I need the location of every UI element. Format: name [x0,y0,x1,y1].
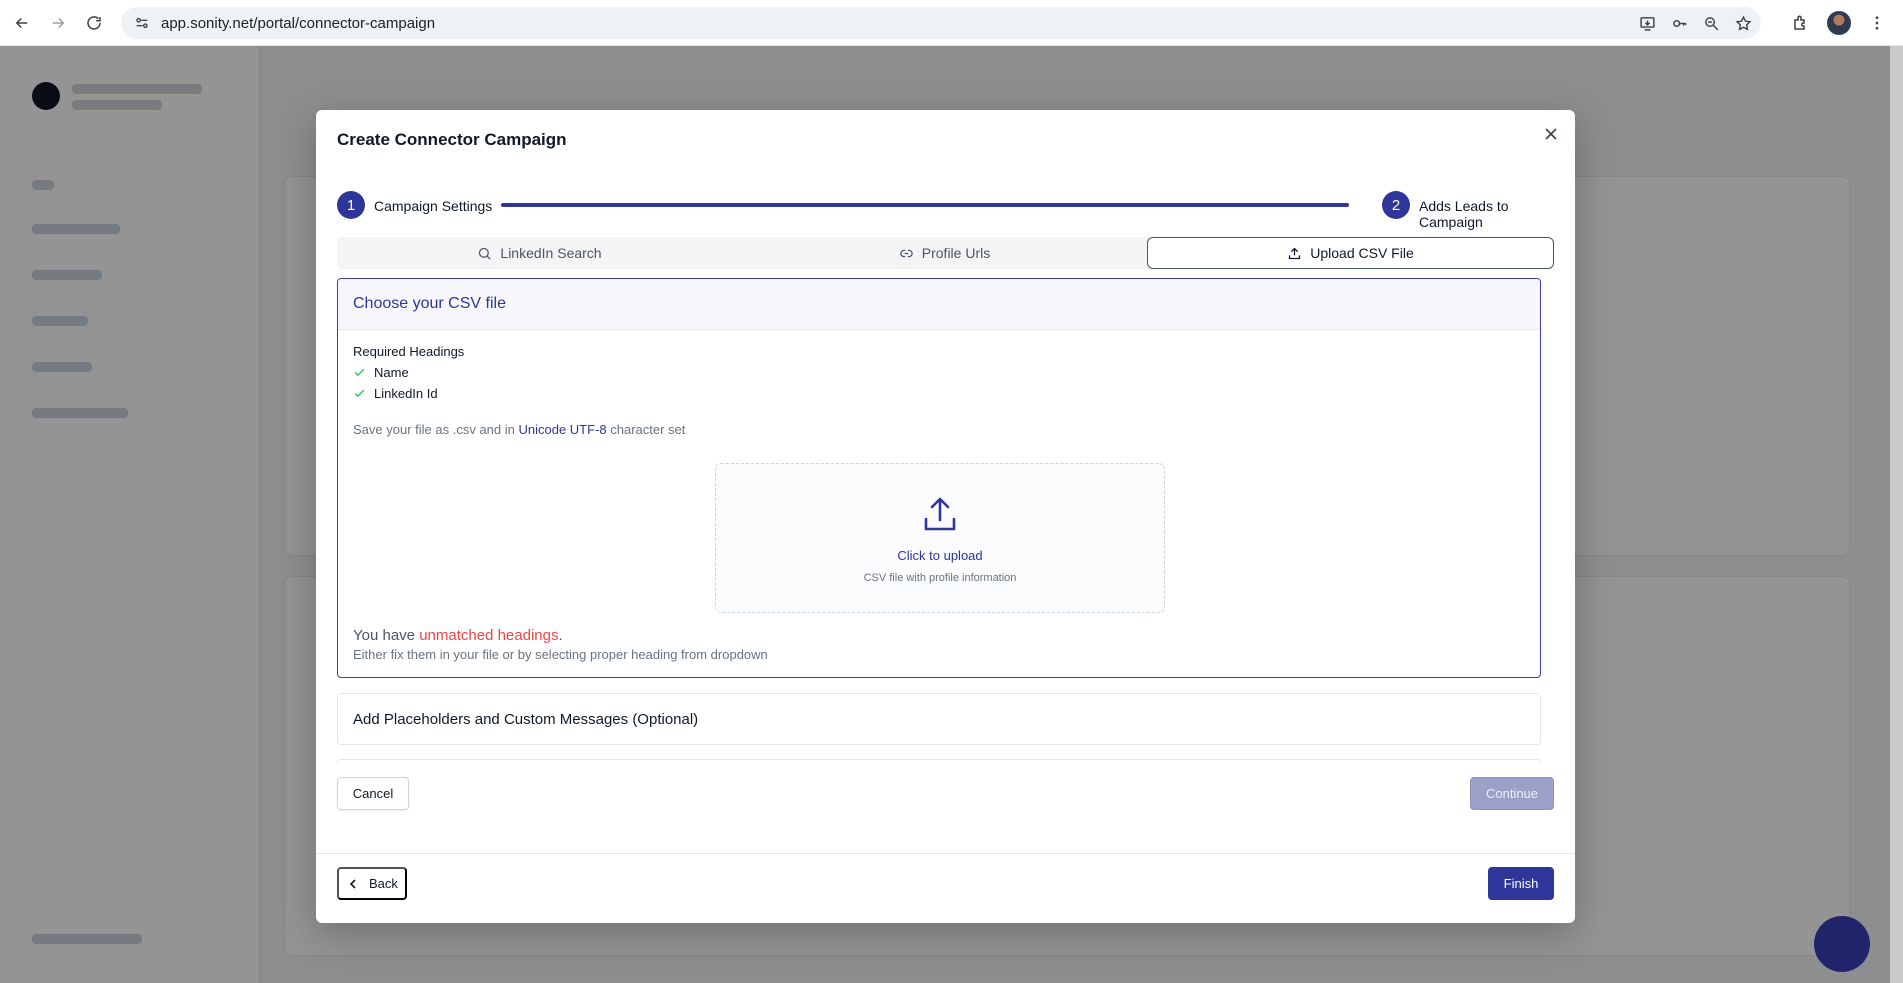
next-section-edge [337,759,1541,763]
required-heading-item: LinkedIn Id [353,386,438,401]
tab-label: LinkedIn Search [500,245,602,261]
step-1-indicator: 1 [337,191,365,219]
required-heading-label: LinkedIn Id [374,386,438,401]
step-2-indicator: 2 [1382,191,1410,219]
lead-source-tabs: LinkedIn Search Profile Urls Upload CSV … [337,237,1554,269]
modal-title: Create Connector Campaign [337,130,567,149]
note-text: character set [606,422,686,437]
unmatched-warning: You have unmatched headings. [353,627,563,644]
warning-text: . [558,627,563,644]
encoding-note: Save your file as .csv and in Unicode UT… [353,422,685,437]
required-headings-title: Required Headings [353,344,465,359]
click-to-upload-label[interactable]: Click to upload [716,548,1164,563]
tab-profile-urls[interactable]: Profile Urls [742,237,1147,269]
tab-label: Upload CSV File [1310,245,1414,261]
chevron-left-icon [349,878,356,889]
back-nav-icon[interactable] [4,5,40,41]
tab-linkedin-search[interactable]: LinkedIn Search [337,237,742,269]
cancel-button[interactable]: Cancel [337,777,409,810]
csv-panel-title[interactable]: Choose your CSV file [338,279,1540,330]
create-campaign-modal: Create Connector Campaign 1 Campaign Set… [316,110,1575,923]
unmatched-warning-detail: Either fix them in your file or by selec… [353,647,768,662]
upload-icon [1289,247,1301,259]
browser-menu-icon[interactable] [1865,11,1889,35]
extensions-icon[interactable] [1789,11,1813,35]
site-settings-icon[interactable] [127,8,157,38]
step-2-label: Adds Leads to Campaign [1419,198,1509,230]
tab-upload-csv[interactable]: Upload CSV File [1147,237,1554,269]
required-heading-label: Name [374,365,409,380]
back-label: Back [369,876,398,891]
finish-button[interactable]: Finish [1488,867,1554,900]
note-text: Save your file as .csv and in [353,422,519,437]
step-1-label: Campaign Settings [374,198,493,214]
placeholders-section-header[interactable]: Add Placeholders and Custom Messages (Op… [337,693,1541,745]
warning-text: You have [353,627,420,644]
close-icon[interactable] [1541,124,1561,144]
csv-upload-panel: Choose your CSV file Required Headings N… [337,278,1541,678]
upload-hint: CSV file with profile information [863,572,1017,584]
csv-dropzone[interactable]: Click to upload CSV file with profile in… [715,463,1165,613]
browser-toolbar: app.sonity.net/portal/connector-campaign [0,0,1903,46]
unmatched-headings-highlight: unmatched headings [419,627,559,644]
zoom-icon[interactable] [1699,11,1723,35]
check-icon [354,368,365,377]
profile-avatar[interactable] [1827,11,1851,35]
tab-label: Profile Urls [921,245,991,261]
upload-icon [920,494,960,534]
footer-divider [316,853,1575,854]
password-key-icon[interactable] [1667,11,1691,35]
link-icon [900,249,913,257]
back-button[interactable]: Back [337,867,407,900]
reload-icon[interactable] [76,5,112,41]
required-heading-item: Name [353,365,409,380]
install-app-icon[interactable] [1635,11,1659,35]
url-text[interactable]: app.sonity.net/portal/connector-campaign [161,15,435,32]
forward-nav-icon[interactable] [40,5,76,41]
check-icon [354,389,365,398]
address-bar[interactable]: app.sonity.net/portal/connector-campaign [121,7,1761,39]
utf8-link[interactable]: Unicode UTF-8 [518,422,606,437]
continue-button[interactable]: Continue [1470,777,1554,810]
step-progress-bar [501,203,1349,207]
page-scrollbar[interactable] [1890,46,1903,983]
bookmark-star-icon[interactable] [1731,11,1755,35]
search-icon [479,247,491,260]
stepper: 1 Campaign Settings 2 Adds Leads to Camp… [337,191,1554,230]
